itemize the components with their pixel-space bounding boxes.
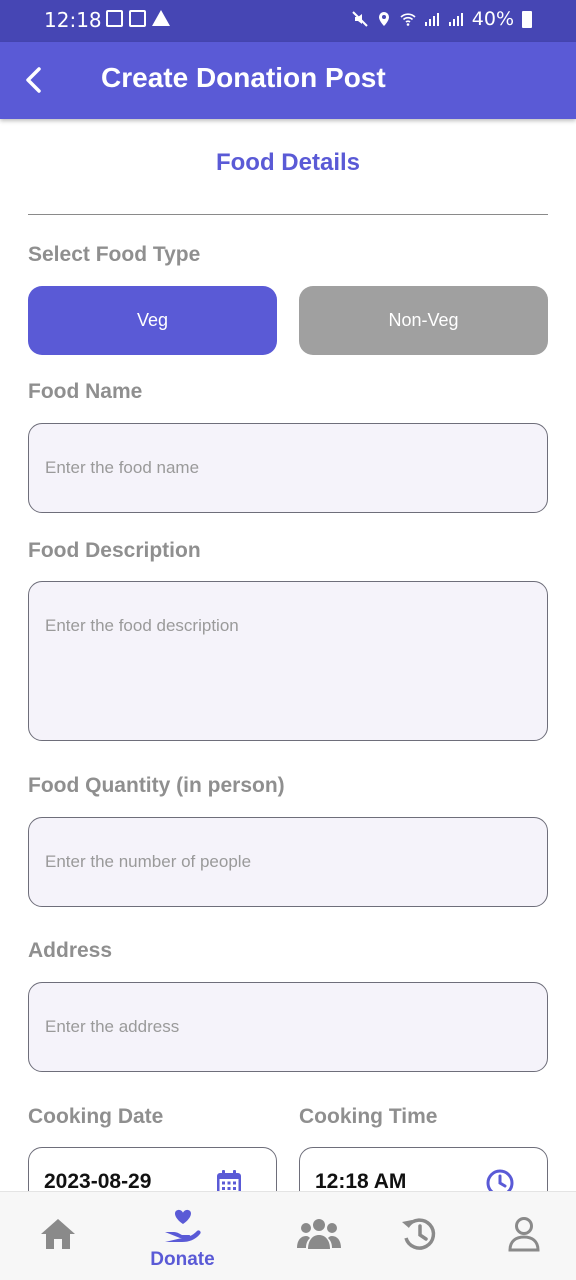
form-content[interactable]: Food Details Select Food Type Veg Non-Ve… — [28, 119, 548, 1191]
gallery-notification-icon — [106, 10, 123, 27]
app-notification-icon — [129, 10, 146, 27]
wifi-icon — [400, 13, 416, 26]
cooking-date-picker[interactable]: 2023-08-29 — [28, 1147, 277, 1191]
page-title: Create Donation Post — [101, 62, 386, 93]
food-name-input[interactable] — [28, 423, 548, 513]
food-quantity-label: Food Quantity (in person) — [28, 774, 285, 797]
divider — [28, 214, 548, 215]
nav-label-donate: Donate — [150, 1249, 215, 1270]
nav-item-profile[interactable] — [466, 1192, 576, 1280]
location-icon — [378, 12, 389, 26]
food-description-input[interactable] — [28, 581, 548, 741]
nav-item-home[interactable] — [0, 1192, 115, 1280]
cooking-time-picker[interactable]: 12:18 AM — [299, 1147, 548, 1191]
bottom-navigation: Donate — [0, 1191, 576, 1280]
food-name-label: Food Name — [28, 380, 143, 403]
app-bar: Create Donation Post — [0, 42, 576, 119]
nav-item-donate[interactable]: Donate — [125, 1192, 240, 1280]
battery-icon — [522, 10, 532, 28]
status-right-group: 40% — [352, 8, 532, 30]
cooking-date-value: 2023-08-29 — [44, 1170, 152, 1191]
section-title: Food Details — [215, 149, 360, 176]
cooking-time-label: Cooking Time — [299, 1105, 438, 1128]
nav-item-history[interactable] — [361, 1192, 476, 1280]
nav-item-community[interactable] — [261, 1192, 376, 1280]
food-quantity-input[interactable] — [28, 817, 548, 907]
home-icon — [40, 1219, 75, 1249]
non-veg-button[interactable]: Non-Veg — [299, 286, 548, 355]
food-description-label: Food Description — [28, 539, 201, 562]
back-arrow-icon[interactable] — [18, 62, 54, 98]
veg-button[interactable]: Veg — [28, 286, 277, 355]
notification-icons — [106, 10, 170, 27]
battery-percent: 40% — [471, 8, 514, 30]
warning-icon — [152, 10, 170, 26]
cooking-time-value: 12:18 AM — [315, 1170, 407, 1191]
cooking-date-label: Cooking Date — [28, 1105, 164, 1128]
address-input[interactable] — [28, 982, 548, 1072]
clock-icon[interactable] — [485, 1168, 515, 1191]
mute-icon — [352, 11, 368, 27]
signal-icon-2 — [448, 13, 463, 26]
community-icon — [296, 1219, 341, 1249]
history-icon — [401, 1218, 435, 1250]
signal-icon — [424, 13, 439, 26]
address-label: Address — [28, 939, 113, 962]
profile-icon — [507, 1217, 540, 1252]
food-type-label: Select Food Type — [28, 243, 201, 266]
status-bar: 12:18 40% — [0, 0, 576, 42]
status-time: 12:18 — [44, 8, 102, 32]
donate-hand-heart-icon — [164, 1209, 201, 1242]
calendar-icon[interactable] — [214, 1168, 244, 1191]
